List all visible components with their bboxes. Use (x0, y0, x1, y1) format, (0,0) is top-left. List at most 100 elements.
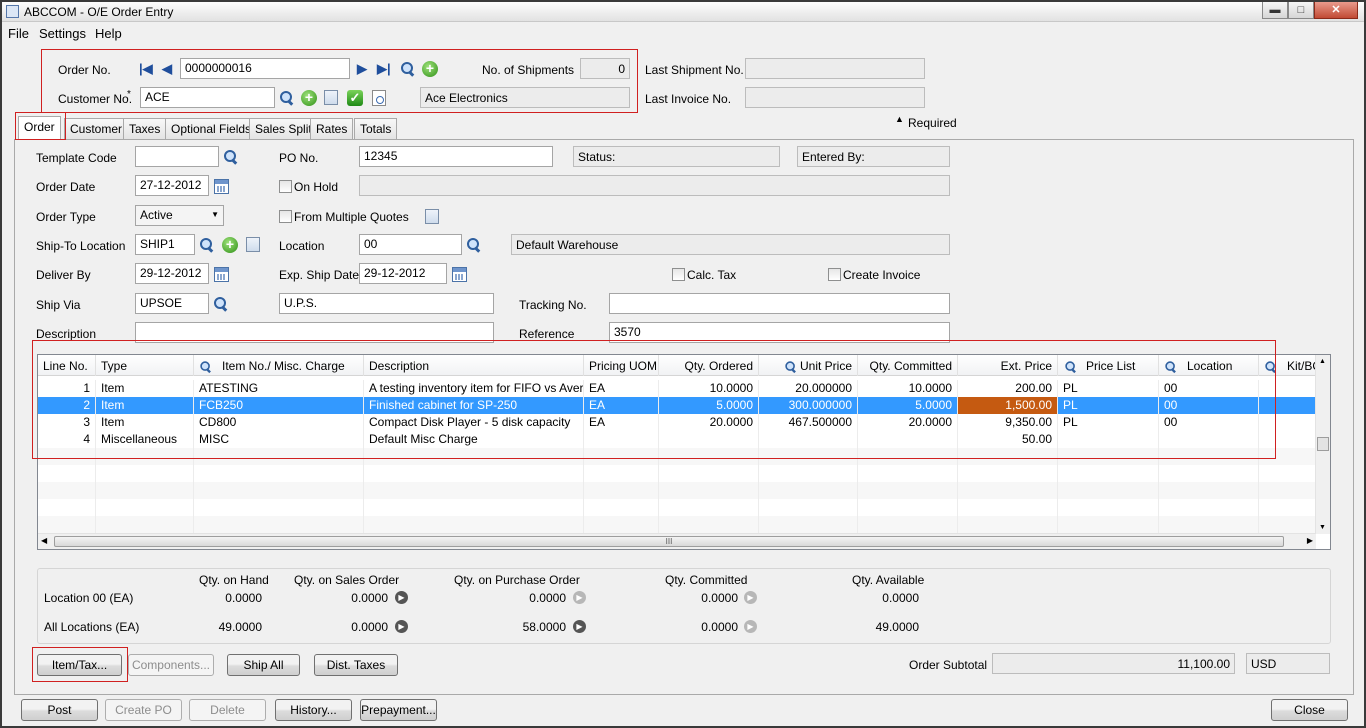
cell-qty-ordered[interactable] (659, 499, 759, 516)
order-date-input[interactable]: 27-12-2012 (135, 175, 209, 196)
cell-price-list[interactable] (1058, 516, 1159, 533)
cell-ext-price[interactable] (958, 482, 1058, 499)
empty-table-row[interactable] (38, 482, 1316, 499)
po-no-input[interactable]: 12345 (359, 146, 553, 167)
deliver-by-calendar-icon[interactable] (214, 267, 229, 282)
ship-all-button[interactable]: Ship All (227, 654, 300, 676)
template-finder-icon[interactable] (223, 149, 238, 164)
location-so-drilldown-icon[interactable]: ▶ (395, 591, 408, 604)
credit-check-icon[interactable]: ✓ (347, 90, 363, 106)
cell-qty-ordered[interactable] (659, 482, 759, 499)
cell-type[interactable] (96, 465, 194, 482)
close-button[interactable]: Close (1271, 699, 1348, 721)
cell-unit-price[interactable] (759, 465, 858, 482)
zoom-document-icon[interactable] (372, 90, 386, 106)
ship-to-detail-icon[interactable] (246, 237, 260, 252)
ship-to-input[interactable]: SHIP1 (135, 234, 195, 255)
cell-unit-price[interactable] (759, 482, 858, 499)
cell-description[interactable] (364, 465, 584, 482)
new-ship-to-icon[interactable]: + (222, 237, 238, 253)
exp-ship-date-input[interactable]: 29-12-2012 (359, 263, 447, 284)
cell-qty-committed[interactable] (858, 516, 958, 533)
exp-ship-calendar-icon[interactable] (452, 267, 467, 282)
tab-taxes[interactable]: Taxes (123, 118, 167, 139)
scroll-up-icon[interactable]: ▲ (1319, 358, 1326, 365)
new-order-icon[interactable]: + (422, 61, 438, 77)
cell-qty-ordered[interactable] (659, 516, 759, 533)
scroll-left-icon[interactable]: ◀ (41, 536, 47, 545)
cell-pricing-uom[interactable] (584, 482, 659, 499)
empty-table-row[interactable] (38, 516, 1316, 533)
components-button[interactable]: Components... (128, 654, 214, 676)
new-customer-icon[interactable]: + (301, 90, 317, 106)
grid-horizontal-scrollbar[interactable]: ◀ III ▶ (38, 533, 1316, 549)
calc-tax-checkbox[interactable] (672, 268, 685, 281)
deliver-by-input[interactable]: 29-12-2012 (135, 263, 209, 284)
history-button[interactable]: History... (275, 699, 352, 721)
location-finder-icon[interactable] (466, 237, 481, 252)
cell-price-list[interactable] (1058, 482, 1159, 499)
cell-description[interactable] (364, 499, 584, 516)
customer-no-input[interactable]: ACE (140, 87, 275, 108)
cell-location[interactable] (1159, 482, 1259, 499)
cell-line-no[interactable] (38, 465, 96, 482)
maximize-button[interactable]: □ (1288, 2, 1314, 19)
empty-table-row[interactable] (38, 499, 1316, 516)
tab-rates[interactable]: Rates (310, 118, 354, 139)
customer-finder-icon[interactable] (279, 90, 294, 105)
tab-optional-fields[interactable]: Optional Fields (165, 118, 258, 139)
horizontal-scroll-thumb[interactable]: III (54, 536, 1284, 547)
tab-sales-split[interactable]: Sales Split (249, 118, 318, 139)
cell-item-no[interactable] (194, 516, 364, 533)
cell-type[interactable] (96, 499, 194, 516)
location-input[interactable]: 00 (359, 234, 462, 255)
cell-qty-ordered[interactable] (659, 465, 759, 482)
scroll-down-icon[interactable]: ▼ (1319, 524, 1326, 531)
next-record-icon[interactable]: ▶ (357, 62, 367, 76)
prepayment-button[interactable]: Prepayment... (360, 699, 437, 721)
ship-to-finder-icon[interactable] (199, 237, 214, 252)
menu-file[interactable]: File (8, 26, 29, 41)
cell-description[interactable] (364, 482, 584, 499)
order-type-select[interactable]: Active (135, 205, 224, 226)
close-window-button[interactable]: ✕ (1314, 2, 1358, 19)
cell-qty-committed[interactable] (858, 499, 958, 516)
first-record-icon[interactable]: |◀ (139, 62, 153, 76)
ship-via-input[interactable]: UPSOE (135, 293, 209, 314)
cell-item-no[interactable] (194, 482, 364, 499)
create-invoice-checkbox[interactable] (828, 268, 841, 281)
cell-kit-bom[interactable] (1259, 499, 1316, 516)
ship-via-name[interactable]: U.P.S. (279, 293, 494, 314)
order-no-input[interactable]: 0000000016 (180, 58, 350, 79)
cell-item-no[interactable] (194, 499, 364, 516)
ship-via-finder-icon[interactable] (213, 296, 228, 311)
cell-pricing-uom[interactable] (584, 516, 659, 533)
cell-price-list[interactable] (1058, 465, 1159, 482)
quotes-detail-icon[interactable] (425, 209, 439, 224)
dist-taxes-button[interactable]: Dist. Taxes (314, 654, 398, 676)
vertical-scroll-thumb[interactable] (1317, 437, 1329, 451)
cell-type[interactable] (96, 516, 194, 533)
cell-qty-committed[interactable] (858, 465, 958, 482)
order-date-calendar-icon[interactable] (214, 179, 229, 194)
location-committed-drilldown-icon[interactable]: ▶ (744, 591, 757, 604)
cell-price-list[interactable] (1058, 499, 1159, 516)
cell-unit-price[interactable] (759, 499, 858, 516)
previous-record-icon[interactable]: ◀ (162, 62, 172, 76)
cell-qty-committed[interactable] (858, 482, 958, 499)
cell-kit-bom[interactable] (1259, 516, 1316, 533)
cell-type[interactable] (96, 482, 194, 499)
grid-vertical-scrollbar[interactable]: ▲ ▼ (1315, 355, 1330, 534)
location-po-drilldown-icon[interactable]: ▶ (573, 591, 586, 604)
tab-totals[interactable]: Totals (354, 118, 398, 139)
menu-settings[interactable]: Settings (39, 26, 86, 41)
cell-kit-bom[interactable] (1259, 465, 1316, 482)
all-so-drilldown-icon[interactable]: ▶ (395, 620, 408, 633)
cell-ext-price[interactable] (958, 465, 1058, 482)
menu-help[interactable]: Help (95, 26, 122, 41)
on-hold-checkbox[interactable] (279, 180, 292, 193)
cell-line-no[interactable] (38, 499, 96, 516)
create-po-button[interactable]: Create PO (105, 699, 182, 721)
customer-info-icon[interactable] (324, 90, 338, 105)
cell-location[interactable] (1159, 465, 1259, 482)
